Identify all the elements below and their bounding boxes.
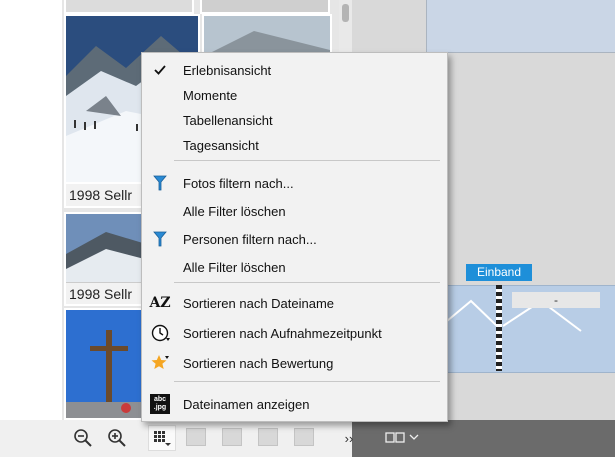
filter-funnel-icon [148, 171, 172, 195]
menu-item-alle-filter-loeschen[interactable]: Alle Filter löschen [142, 199, 447, 223]
layout-button-3[interactable] [258, 428, 278, 446]
menu-item-sort-aufnahmezeitpunkt[interactable]: Sortieren nach Aufnahmezeitpunkt [142, 321, 447, 345]
filename-icon: abc .jpg [148, 392, 172, 416]
menu-item-sort-bewertung[interactable]: Sortieren nach Bewertung [142, 351, 447, 375]
layout-button-4[interactable] [294, 428, 314, 446]
menu-item-label: Sortieren nach Dateiname [183, 295, 335, 311]
cover-title-field[interactable]: - [512, 292, 600, 308]
menu-separator [174, 160, 440, 161]
photo-thumb-top[interactable] [64, 0, 194, 14]
section-label-einband[interactable]: Einband [466, 264, 532, 281]
menu-item-label: Sortieren nach Bewertung [183, 355, 334, 371]
layout-button-1[interactable] [186, 428, 206, 446]
menu-separator [174, 381, 440, 382]
left-margin [0, 0, 62, 420]
menu-item-momente[interactable]: Momente [142, 83, 447, 107]
sort-az-text: AZ [149, 295, 171, 311]
menu-item-erlebnisansicht[interactable]: Erlebnisansicht [142, 58, 447, 82]
sort-az-icon: AZ [148, 291, 172, 315]
filename-icon-text-2: .jpg [153, 404, 167, 411]
menu-item-label: Sortieren nach Aufnahmezeitpunkt [183, 325, 382, 341]
menu-item-label: Personen filtern nach... [183, 231, 317, 247]
photo-thumb-top-right[interactable] [200, 0, 330, 14]
menu-item-label: Alle Filter löschen [183, 203, 286, 219]
filter-funnel-icon [148, 227, 172, 251]
zoom-out-icon [74, 429, 92, 447]
star-icon [148, 351, 172, 375]
view-options-menu: Erlebnisansicht Momente Tabellenansicht … [141, 52, 448, 422]
menu-item-label: Tabellenansicht [183, 112, 273, 128]
view-options-button[interactable] [148, 425, 176, 451]
filename-icon-text-1: abc [153, 396, 167, 403]
menu-item-label: Tagesansicht [183, 137, 259, 153]
zoom-out-button[interactable] [70, 425, 96, 451]
page-layout-dropdown[interactable] [382, 425, 426, 451]
zoom-in-button[interactable] [104, 425, 130, 451]
cover-spine [496, 285, 502, 371]
menu-item-alle-filter-loeschen-personen[interactable]: Alle Filter löschen [142, 255, 447, 279]
menu-item-tabellenansicht[interactable]: Tabellenansicht [142, 108, 447, 132]
check-icon [148, 58, 172, 82]
menu-item-dateinamen-anzeigen[interactable]: abc .jpg Dateinamen anzeigen [142, 392, 447, 416]
more-label: ›› [344, 430, 354, 446]
menu-item-label: Fotos filtern nach... [183, 175, 294, 191]
grid-view-icon [154, 431, 171, 446]
menu-item-label: Alle Filter löschen [183, 259, 286, 275]
layout-button-2[interactable] [222, 428, 242, 446]
menu-item-personen-filtern[interactable]: Personen filtern nach... [142, 227, 447, 251]
page-preview[interactable] [426, 0, 615, 53]
menu-item-label: Momente [183, 87, 238, 103]
more-button[interactable]: ›› [340, 425, 358, 451]
layout-icon [385, 432, 419, 443]
chevron-down-icon [409, 434, 419, 440]
clock-icon [148, 321, 172, 345]
menu-item-fotos-filtern[interactable]: Fotos filtern nach... [142, 171, 447, 195]
menu-item-tagesansicht[interactable]: Tagesansicht [142, 133, 447, 157]
menu-separator [174, 282, 440, 283]
scrollbar-thumb[interactable] [342, 4, 349, 22]
menu-item-label: Erlebnisansicht [183, 62, 272, 78]
menu-item-label: Dateinamen anzeigen [183, 396, 310, 412]
menu-item-sort-dateiname[interactable]: AZ Sortieren nach Dateiname [142, 291, 447, 315]
zoom-in-icon [108, 429, 126, 447]
